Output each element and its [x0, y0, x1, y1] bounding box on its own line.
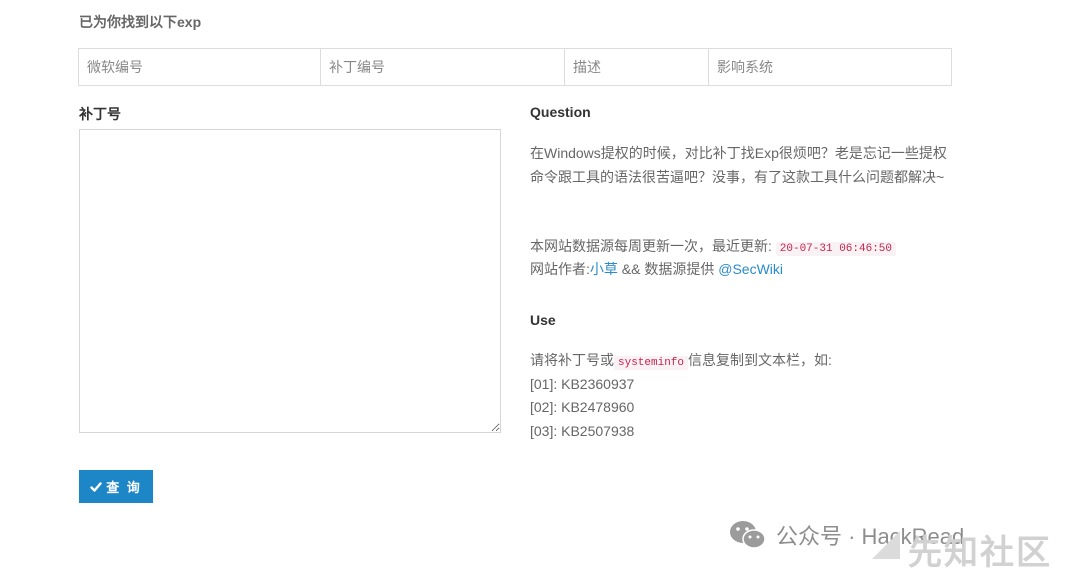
wechat-icon — [730, 521, 766, 549]
use-intro-prefix: 请将补丁号或 — [530, 352, 614, 368]
check-icon — [90, 481, 102, 492]
query-button-label: 查 询 — [106, 480, 142, 495]
example-line: [02]: KB2478960 — [530, 399, 635, 415]
watermark: 公众号 · HackRead 先知社区 — [728, 505, 1068, 572]
secwiki-link[interactable]: @SecWiki — [718, 261, 783, 277]
column-patch-id: 补丁编号 — [321, 49, 565, 85]
update-time: 20-07-31 06:46:50 — [775, 242, 896, 256]
update-prefix: 本网站数据源每周更新一次，最近更新: — [530, 238, 772, 254]
author-mid: && 数据源提供 — [617, 261, 719, 277]
author-prefix: 网站作者: — [530, 261, 590, 277]
use-intro: 请将补丁号或 systeminfo 信息复制到文本栏，如: — [530, 348, 948, 375]
query-button[interactable]: 查 询 — [79, 470, 153, 503]
question-title: Question — [530, 104, 591, 120]
systeminfo-code: systeminfo — [614, 356, 689, 370]
column-description: 描述 — [565, 49, 709, 85]
column-affected-systems: 影响系统 — [717, 59, 773, 75]
use-title: Use — [530, 312, 556, 328]
author-link[interactable]: 小草 — [590, 261, 618, 277]
example-line: [03]: KB2507938 — [530, 423, 635, 439]
author-line: 网站作者:小草 && 数据源提供 @SecWiki — [530, 257, 948, 281]
patch-textarea[interactable] — [79, 129, 501, 433]
result-heading: 已为你找到以下exp — [79, 14, 202, 30]
use-intro-suffix: 信息复制到文本栏，如: — [688, 352, 832, 368]
column-ms-id: 微软编号 — [79, 49, 321, 85]
patch-label: 补丁号 — [79, 106, 121, 122]
question-text: 在Windows提权的时候，对比补丁找Exp很烦吧？老是忘记一些提权命令跟工具的… — [530, 145, 947, 185]
xianzhi-logo-icon — [872, 531, 900, 559]
page: 已为你找到以下exp 微软编号 补丁编号 描述 影响系统 补丁号 查 询 Que… — [0, 0, 1080, 572]
watermark-sub: 先知社区 — [908, 534, 1052, 572]
example-line: [01]: KB2360937 — [530, 376, 635, 392]
exp-table-header: 微软编号 补丁编号 描述 影响系统 — [78, 48, 952, 86]
